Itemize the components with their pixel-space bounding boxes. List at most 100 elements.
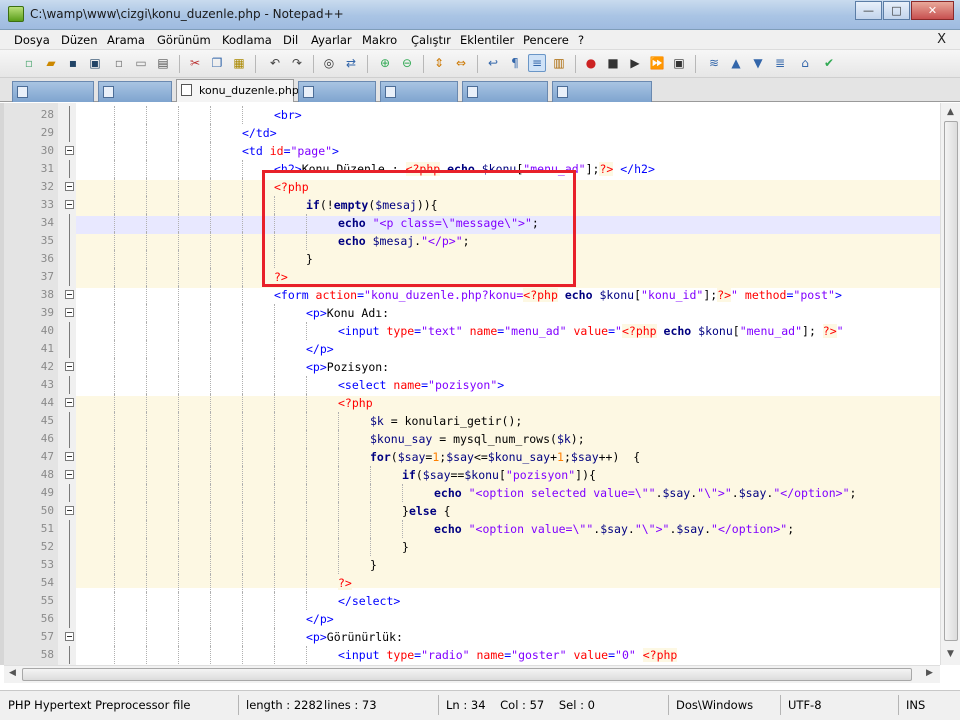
fold-toggle-icon[interactable]: [65, 398, 74, 407]
fold-toggle-icon[interactable]: [65, 470, 74, 479]
code-line[interactable]: <input type="text" name="menu_ad" value=…: [338, 324, 851, 338]
trim-icon[interactable]: ≋: [705, 54, 723, 72]
copy-icon[interactable]: ❐: [208, 54, 226, 72]
paste-icon[interactable]: ▦: [230, 54, 248, 72]
fold-toggle-icon[interactable]: [65, 146, 74, 155]
code-line[interactable]: $konu_say = mysql_num_rows($k);: [370, 432, 585, 446]
print-icon[interactable]: ▤: [154, 54, 172, 72]
play-macro-icon[interactable]: ▶: [626, 54, 644, 72]
scroll-down-icon[interactable]: ▼: [947, 649, 954, 659]
code-line[interactable]: for($say=1;$say<=$konu_say+1;$say++) {: [370, 450, 640, 464]
menu-eklentiler[interactable]: Eklentiler: [460, 33, 514, 47]
menu-help[interactable]: ?: [578, 33, 584, 47]
spell-auto-icon[interactable]: ⌂: [796, 54, 814, 72]
menu-ayarlar[interactable]: Ayarlar: [311, 33, 352, 47]
menu-pencere[interactable]: Pencere: [523, 33, 569, 47]
fold-toggle-icon[interactable]: [65, 308, 74, 317]
sync-horizontal-icon[interactable]: ⇔: [452, 54, 470, 72]
close-document-button[interactable]: X: [937, 32, 946, 47]
fold-toggle-icon[interactable]: [65, 182, 74, 191]
scroll-left-icon[interactable]: ◀: [9, 668, 16, 678]
code-line[interactable]: </select>: [338, 594, 400, 608]
status-insert-mode[interactable]: INS: [906, 698, 925, 712]
code-line[interactable]: </p>: [306, 342, 334, 356]
find-icon[interactable]: ◎: [320, 54, 338, 72]
save-macro-icon[interactable]: ▣: [670, 54, 688, 72]
code-line[interactable]: <p>Pozisyon:: [306, 360, 389, 374]
zoom-in-icon[interactable]: ⊕: [376, 54, 394, 72]
code-line[interactable]: }else {: [402, 504, 451, 518]
close-all-icon[interactable]: ▭: [132, 54, 150, 72]
menu-dosya[interactable]: Dosya: [14, 33, 50, 47]
zoom-out-icon[interactable]: ⊖: [398, 54, 416, 72]
down-icon[interactable]: ▼: [749, 54, 767, 72]
status-eol[interactable]: Dos\Windows: [676, 698, 753, 712]
scroll-right-icon[interactable]: ▶: [926, 668, 933, 678]
code-line[interactable]: }: [402, 540, 409, 554]
code-line[interactable]: $k = konulari_getir();: [370, 414, 522, 428]
code-line[interactable]: </p>: [306, 612, 334, 626]
new-file-icon[interactable]: ▫: [20, 54, 38, 72]
scroll-up-icon[interactable]: ▲: [947, 107, 954, 117]
save-all-icon[interactable]: ▣: [86, 54, 104, 72]
menu-arama[interactable]: Arama: [107, 33, 145, 47]
menu-calistir[interactable]: Çalıştır: [411, 33, 451, 47]
undo-icon[interactable]: ↶: [266, 54, 284, 72]
tab-file-1[interactable]: [12, 81, 94, 102]
record-macro-icon[interactable]: ●: [582, 54, 600, 72]
play-multiple-icon[interactable]: ⏩: [648, 54, 666, 72]
up-icon[interactable]: ▲: [727, 54, 745, 72]
minimize-button[interactable]: —: [855, 1, 882, 20]
indent-guide-icon[interactable]: ≡: [528, 54, 546, 72]
close-window-button[interactable]: ✕: [911, 1, 954, 20]
code-line[interactable]: if($say==$konu["pozisyon"]){: [402, 468, 596, 482]
title-bar[interactable]: C:\wamp\www\cizgi\konu_duzenle.php - Not…: [0, 0, 960, 30]
show-all-chars-icon[interactable]: ¶: [506, 54, 524, 72]
code-line[interactable]: echo "<option selected value=\"".$say."\…: [434, 486, 856, 500]
horizontal-scroll-thumb[interactable]: [22, 668, 912, 681]
tab-file-5[interactable]: [380, 81, 458, 102]
redo-icon[interactable]: ↷: [288, 54, 306, 72]
spell-check-icon[interactable]: ≣: [771, 54, 789, 72]
word-wrap-icon[interactable]: ↩: [484, 54, 502, 72]
horizontal-scrollbar[interactable]: ◀ ▶: [4, 665, 940, 683]
tab-konu-duzenle[interactable]: konu_duzenle.php: [176, 79, 299, 102]
close-icon[interactable]: ▫: [110, 54, 128, 72]
vertical-scrollbar[interactable]: ▲ ▼: [940, 103, 960, 665]
status-encoding[interactable]: UTF-8: [788, 698, 822, 712]
code-line[interactable]: <?php: [338, 396, 373, 410]
save-icon[interactable]: ▪: [64, 54, 82, 72]
code-line[interactable]: <br>: [274, 108, 302, 122]
menu-gorunum[interactable]: Görünüm: [157, 33, 211, 47]
fold-toggle-icon[interactable]: [65, 290, 74, 299]
tab-file-2[interactable]: [98, 81, 172, 102]
replace-icon[interactable]: ⇄: [342, 54, 360, 72]
code-line[interactable]: <form action="konu_duzenle.php?konu=<?ph…: [274, 288, 842, 302]
fold-toggle-icon[interactable]: [65, 200, 74, 209]
stop-macro-icon[interactable]: ■: [604, 54, 622, 72]
fold-toggle-icon[interactable]: [65, 452, 74, 461]
tab-file-4[interactable]: [298, 81, 376, 102]
code-line[interactable]: </td>: [242, 126, 277, 140]
code-line[interactable]: <select name="pozisyon">: [338, 378, 504, 392]
open-file-icon[interactable]: ▰: [42, 54, 60, 72]
code-line[interactable]: <p>Görünürlük:: [306, 630, 403, 644]
vertical-scroll-thumb[interactable]: [944, 121, 958, 641]
maximize-button[interactable]: □: [883, 1, 910, 20]
tab-file-7[interactable]: [552, 81, 652, 102]
code-line[interactable]: }: [370, 558, 377, 572]
spell-done-icon[interactable]: ✔: [820, 54, 838, 72]
code-line[interactable]: <p>Konu Adı:: [306, 306, 389, 320]
tab-file-6[interactable]: [462, 81, 548, 102]
sync-vertical-icon[interactable]: ⇕: [430, 54, 448, 72]
user-lang-icon[interactable]: ▥: [550, 54, 568, 72]
fold-toggle-icon[interactable]: [65, 362, 74, 371]
menu-makro[interactable]: Makro: [362, 33, 397, 47]
code-line[interactable]: echo "<option value=\"".$say."\">".$say.…: [434, 522, 794, 536]
code-line[interactable]: ?>: [338, 576, 352, 590]
menu-dil[interactable]: Dil: [283, 33, 298, 47]
menu-duzen[interactable]: Düzen: [61, 33, 98, 47]
cut-icon[interactable]: ✂: [186, 54, 204, 72]
code-line[interactable]: <td id="page">: [242, 144, 339, 158]
menu-kodlama[interactable]: Kodlama: [222, 33, 272, 47]
